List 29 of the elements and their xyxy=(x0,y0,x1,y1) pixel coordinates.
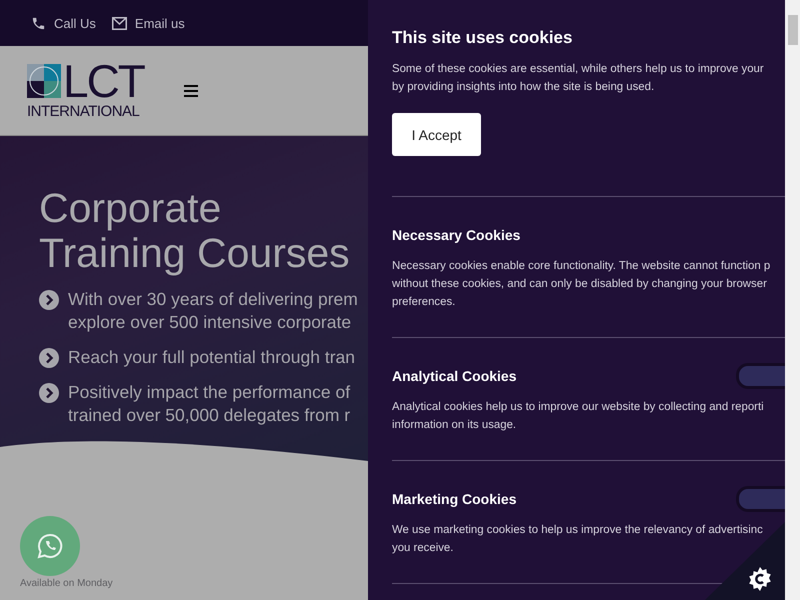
phone-icon xyxy=(31,16,46,30)
hero-bullet-text: With over 30 years of delivering prem explore over 500 intensive corporate xyxy=(68,288,358,334)
cookie-intro-text: Some of these cookies are essential, while others help us to improve your by providing insights into how the site is being used. xyxy=(392,62,765,95)
cookie-section-title: Analytical Cookies xyxy=(392,368,516,384)
chevron-circle-icon xyxy=(39,290,59,310)
envelope-icon xyxy=(112,16,127,30)
menu-icon[interactable] xyxy=(184,84,198,96)
cookie-gear-icon xyxy=(747,566,773,592)
cookie-section-title: Necessary Cookies xyxy=(392,227,520,243)
cookie-section-text: Necessary cookies enable core functionality. The website cannot function p without these cookies, and can only be disabled by changing your browser preferences. xyxy=(392,259,772,310)
availability-caption: Available on Monday xyxy=(20,578,113,589)
cookie-section-text: We use marketing cookies to help us improve the relevancy of advertisinc you receive. xyxy=(392,523,764,556)
chevron-circle-icon xyxy=(39,348,59,368)
toggle-switch[interactable] xyxy=(736,486,785,512)
hero-bullet-text: Positively impact the performance of trained over 50,000 delegates from r xyxy=(68,381,350,427)
contact-link[interactable]: Call Us xyxy=(31,16,96,30)
chevron-circle-icon xyxy=(39,383,59,403)
contact-link[interactable]: Email us xyxy=(112,16,185,30)
cookie-section-text: Analytical cookies help us to improve our website by collecting and reporti information on its usage. xyxy=(392,400,765,433)
scrollbar[interactable] xyxy=(785,0,800,600)
hero-bullet-text: Reach your full potential through tran xyxy=(68,346,355,369)
toggle-switch[interactable] xyxy=(736,363,785,389)
logo[interactable]: LCT INTERNATIONAL xyxy=(27,61,144,120)
chat-bubble-icon xyxy=(37,533,63,559)
cookie-panel-title: This site uses cookies xyxy=(392,28,574,48)
hero-title: Corporate Training Courses xyxy=(39,186,351,276)
accept-button[interactable]: I Accept xyxy=(392,113,481,156)
logo-mark-icon xyxy=(27,64,61,98)
cookie-section-title: Marketing Cookies xyxy=(392,491,516,507)
